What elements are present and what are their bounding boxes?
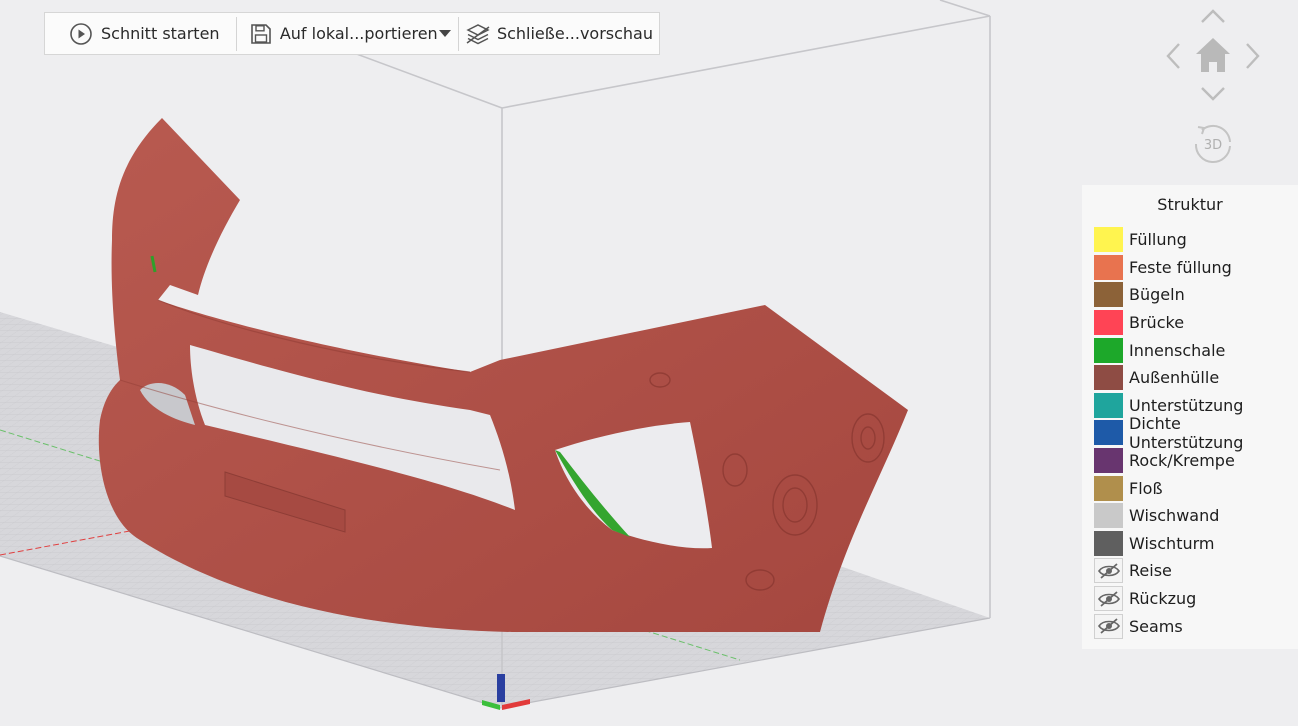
legend-color-swatch	[1094, 530, 1123, 556]
structure-legend: Struktur Füllung Feste füllung Bügeln Brück…	[1082, 185, 1298, 649]
chevron-down-icon	[1200, 87, 1226, 108]
legend-list: Füllung Feste füllung Bügeln Brücke Innensch…	[1082, 226, 1298, 640]
legend-item-label: Floß	[1129, 478, 1163, 498]
legend-color-swatch	[1094, 503, 1123, 529]
legend-color-swatch	[1094, 282, 1123, 308]
legend-item-label: Wischturm	[1129, 533, 1215, 553]
close-preview-label: Schließe...vorschau	[496, 24, 653, 43]
eye-hidden-icon[interactable]	[1094, 586, 1123, 612]
chevron-right-icon	[1244, 43, 1262, 74]
view-3d-label: 3D	[1204, 138, 1222, 153]
legend-title: Struktur	[1157, 195, 1223, 214]
eye-hidden-icon[interactable]	[1094, 558, 1123, 584]
legend-item[interactable]: Feste füllung	[1082, 254, 1298, 282]
legend-color-swatch	[1094, 475, 1123, 501]
chevron-up-icon	[1200, 9, 1226, 30]
legend-item-label: Reise	[1129, 561, 1172, 581]
legend-item[interactable]: Brücke	[1082, 309, 1298, 337]
view-home-button[interactable]	[1194, 36, 1232, 74]
export-local-label: Auf lokal...portieren	[279, 24, 438, 43]
legend-item-label: Wischwand	[1129, 506, 1220, 526]
export-dropdown-button[interactable]	[433, 13, 458, 54]
legend-color-swatch	[1094, 254, 1123, 280]
legend-item[interactable]: Wischturm	[1082, 530, 1298, 558]
legend-color-swatch	[1094, 420, 1123, 446]
preview-toolbar: Schnitt starten Auf lokal...portieren Sc	[44, 12, 660, 55]
legend-item[interactable]: Seams	[1082, 612, 1298, 640]
legend-item-label: Rückzug	[1129, 589, 1197, 609]
caret-down-icon	[438, 24, 452, 43]
legend-item-label: Außenhülle	[1129, 368, 1220, 388]
legend-item[interactable]: Dichte Unterstützung	[1082, 414, 1298, 452]
export-local-button[interactable]: Auf lokal...portieren	[237, 13, 438, 54]
legend-color-swatch	[1094, 365, 1123, 391]
legend-color-swatch	[1094, 448, 1123, 474]
chevron-left-icon	[1164, 43, 1182, 74]
legend-item[interactable]: Rückzug	[1082, 585, 1298, 613]
start-slice-button[interactable]: Schnitt starten	[45, 13, 236, 54]
save-disk-icon	[249, 22, 273, 46]
view-right-button[interactable]	[1244, 42, 1262, 70]
close-preview-button[interactable]: Schließe...vorschau	[459, 13, 659, 54]
sliced-model[interactable]	[98, 118, 908, 632]
legend-color-swatch	[1094, 337, 1123, 363]
legend-item[interactable]: Floß	[1082, 474, 1298, 502]
legend-item-label: Füllung	[1129, 230, 1187, 250]
legend-item[interactable]: Bügeln	[1082, 281, 1298, 309]
legend-item-label: Feste füllung	[1129, 257, 1232, 277]
legend-item-label: Brücke	[1129, 313, 1185, 333]
start-slice-label: Schnitt starten	[101, 24, 220, 43]
legend-item-label: Unterstützung	[1129, 395, 1244, 415]
legend-color-swatch	[1094, 392, 1123, 418]
legend-item[interactable]: Füllung	[1082, 226, 1298, 254]
legend-item[interactable]: Außenhülle	[1082, 364, 1298, 392]
legend-item-label: Bügeln	[1129, 285, 1185, 305]
legend-color-swatch	[1094, 227, 1123, 253]
home-icon	[1194, 38, 1232, 78]
view-down-button[interactable]	[1200, 84, 1226, 104]
eye-hidden-icon[interactable]	[1094, 613, 1123, 639]
legend-item-label: Dichte Unterstützung	[1129, 413, 1244, 452]
legend-item-label: Seams	[1129, 616, 1183, 636]
legend-item[interactable]: Wischwand	[1082, 502, 1298, 530]
legend-item[interactable]: Reise	[1082, 557, 1298, 585]
view-left-button[interactable]	[1164, 42, 1182, 70]
legend-item[interactable]: Innenschale	[1082, 336, 1298, 364]
legend-item-label: Rock/Krempe	[1129, 451, 1235, 471]
view-3d-button[interactable]: 3D	[1190, 122, 1236, 166]
legend-item-label: Innenschale	[1129, 340, 1226, 360]
legend-color-swatch	[1094, 310, 1123, 336]
layers-icon	[465, 22, 491, 46]
view-up-button[interactable]	[1200, 6, 1226, 26]
play-circle-icon	[69, 22, 93, 46]
rotate-3d-icon: 3D	[1194, 125, 1231, 163]
